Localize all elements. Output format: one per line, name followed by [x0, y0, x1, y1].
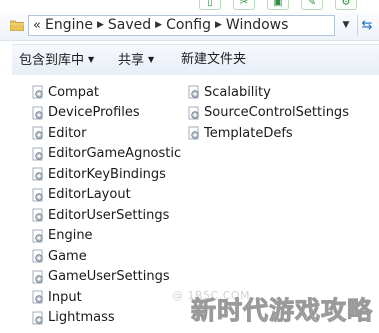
- list-item[interactable]: SourceControlSettings: [187, 103, 349, 124]
- file-list-column-2: Scalability SourceControlSettings Templa…: [187, 82, 349, 144]
- list-item[interactable]: GameUserSettings: [31, 267, 181, 288]
- refresh-icon[interactable]: ⇆: [357, 15, 376, 36]
- new-folder-label: 新建文件夹: [181, 52, 247, 67]
- file-name: SourceControlSettings: [204, 105, 349, 121]
- file-name: EditorKeyBindings: [48, 166, 166, 182]
- config-file-icon: [188, 106, 199, 120]
- config-file-icon: [32, 167, 43, 181]
- new-folder-button[interactable]: 新建文件夹: [181, 45, 246, 75]
- list-item[interactable]: Editor: [31, 123, 181, 144]
- file-name: TemplateDefs: [204, 125, 293, 141]
- config-file-icon: [188, 126, 199, 140]
- file-name: Scalability: [204, 84, 271, 100]
- list-item[interactable]: Engine: [31, 226, 181, 247]
- config-file-icon: [32, 106, 43, 120]
- config-file-icon: [32, 147, 43, 161]
- list-item[interactable]: EditorKeyBindings: [31, 164, 181, 185]
- file-name: EditorUserSettings: [48, 207, 170, 223]
- list-item[interactable]: EditorGameAgnostic: [31, 144, 181, 165]
- config-file-icon: [32, 85, 43, 99]
- file-list-column-1: Compat DeviceProfiles Editor EditorGameA…: [31, 82, 181, 328]
- breadcrumb-arrow-icon[interactable]: ▶: [215, 16, 222, 35]
- list-item[interactable]: Compat: [31, 82, 181, 103]
- folder-icon: [10, 20, 24, 31]
- address-dropdown-icon[interactable]: ▼: [339, 15, 353, 36]
- file-name: Lightmass: [48, 310, 115, 326]
- list-item[interactable]: Lightmass: [31, 308, 181, 329]
- file-name: Game: [48, 248, 87, 264]
- breadcrumb-windows[interactable]: Windows: [226, 16, 289, 35]
- breadcrumb-arrow-icon[interactable]: ▶: [97, 16, 104, 35]
- include-in-library-label: 包含到库中: [19, 53, 85, 68]
- config-file-icon: [32, 208, 43, 222]
- list-item[interactable]: EditorUserSettings: [31, 205, 181, 226]
- share-label: 共享: [118, 53, 145, 68]
- config-file-icon: [32, 188, 43, 202]
- list-item[interactable]: Input: [31, 287, 181, 308]
- top-icon-strip: ▯ ✂ ▣ ✎ ⚙: [0, 0, 379, 12]
- cut-icon[interactable]: ✂: [233, 0, 255, 10]
- breadcrumb-config[interactable]: Config: [166, 16, 211, 35]
- file-name: DeviceProfiles: [48, 105, 140, 121]
- edit-icon[interactable]: ✎: [301, 0, 323, 10]
- file-name: Input: [48, 289, 82, 305]
- file-name: Editor: [48, 125, 87, 141]
- chevron-down-icon: ▼: [148, 55, 155, 64]
- config-file-icon: [188, 85, 199, 99]
- chevron-down-icon: ▼: [88, 55, 95, 64]
- list-item[interactable]: EditorLayout: [31, 185, 181, 206]
- list-item[interactable]: Scalability: [187, 82, 349, 103]
- address-bar[interactable]: « Engine ▶ Saved ▶ Config ▶ Windows: [28, 15, 335, 36]
- breadcrumb-engine[interactable]: Engine: [45, 16, 93, 35]
- config-file-icon: [32, 249, 43, 263]
- share-button[interactable]: 共享 ▼: [118, 45, 154, 76]
- file-name: GameUserSettings: [48, 269, 170, 285]
- config-file-icon: [32, 311, 43, 325]
- config-file-icon: [32, 229, 43, 243]
- watermark-text: 新时代游戏攻略: [190, 296, 373, 326]
- breadcrumb-overflow[interactable]: «: [33, 16, 41, 35]
- config-file-icon: [32, 290, 43, 304]
- file-name: Compat: [48, 84, 100, 100]
- breadcrumb-arrow-icon[interactable]: ▶: [155, 16, 162, 35]
- save-icon[interactable]: ▣: [267, 0, 289, 10]
- command-bar: 包含到库中 ▼ 共享 ▼ 新建文件夹: [12, 44, 379, 76]
- settings-icon[interactable]: ⚙: [335, 0, 357, 10]
- file-name: EditorGameAgnostic: [48, 146, 182, 162]
- list-item[interactable]: DeviceProfiles: [31, 103, 181, 124]
- file-name: Engine: [48, 228, 93, 244]
- list-item[interactable]: Game: [31, 246, 181, 267]
- file-name: EditorLayout: [48, 187, 131, 203]
- include-in-library-button[interactable]: 包含到库中 ▼: [19, 45, 94, 76]
- breadcrumb-saved[interactable]: Saved: [108, 16, 151, 35]
- copy-icon[interactable]: ▯: [199, 0, 221, 10]
- config-file-icon: [32, 126, 43, 140]
- list-item[interactable]: TemplateDefs: [187, 123, 349, 144]
- config-file-icon: [32, 270, 43, 284]
- address-bar-row: « Engine ▶ Saved ▶ Config ▶ Windows ▼ ⇆: [0, 12, 379, 41]
